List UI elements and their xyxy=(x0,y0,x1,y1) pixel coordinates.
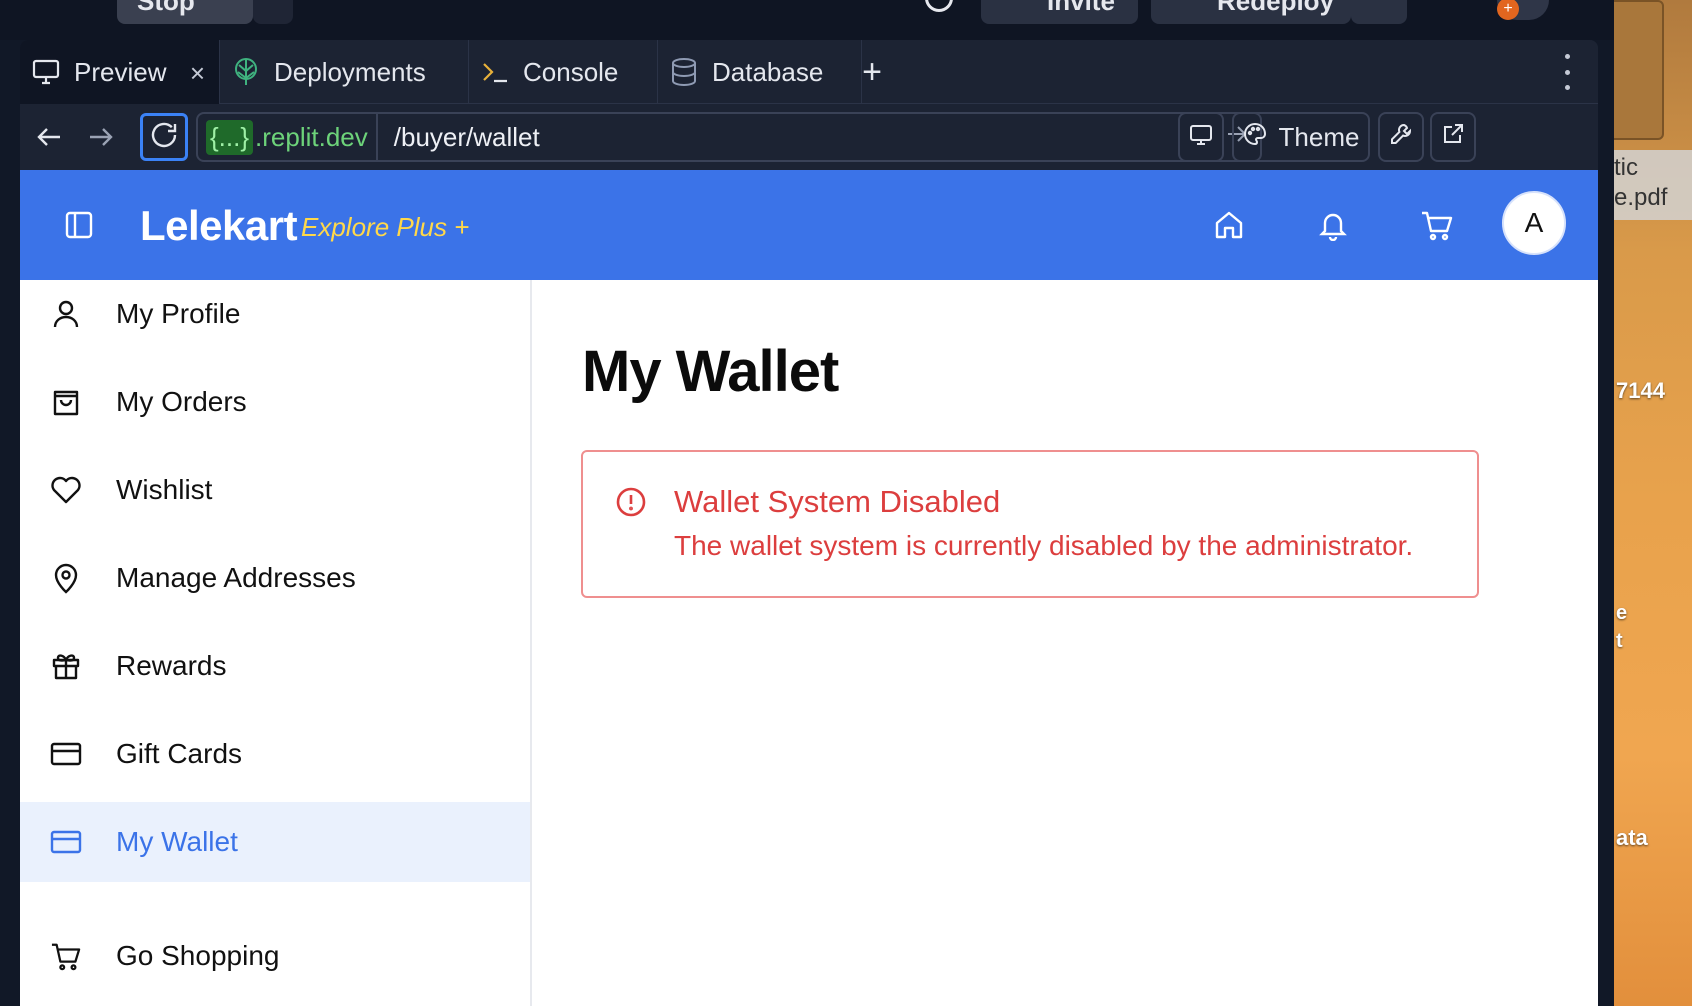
domain-braces: {...} xyxy=(206,119,254,155)
shopping-bag-icon xyxy=(50,386,82,418)
stop-dropdown-button[interactable] xyxy=(253,0,293,24)
sidebar-item-go-shopping[interactable]: Go Shopping xyxy=(20,916,530,996)
invite-label: Invite xyxy=(1047,0,1115,16)
redeploy-label: Redeploy xyxy=(1217,0,1335,16)
sidebar-item-label: My Profile xyxy=(116,298,241,329)
tab-deployments[interactable]: Deployments xyxy=(220,40,469,104)
tab-preview[interactable]: Preview × xyxy=(20,40,220,104)
alert-title: Wallet System Disabled xyxy=(674,484,1001,519)
external-link-icon xyxy=(1441,122,1465,153)
domain-segment: {...} .replit.dev xyxy=(198,114,378,160)
open-new-tab-button[interactable] xyxy=(1430,112,1476,162)
sidebar-item-label: My Wallet xyxy=(116,826,238,857)
desktop-background: tic e.pdf 7144 e t ata xyxy=(1614,0,1692,1006)
gift-icon xyxy=(50,650,82,682)
sidebar-item-my-orders[interactable]: My Orders xyxy=(20,362,530,442)
map-pin-icon xyxy=(50,562,82,594)
lelekart-app: Lelekart Explore Plus + A My Profile My … xyxy=(20,170,1598,1006)
desktop-file-label-line1: tic xyxy=(1614,154,1638,181)
sidebar-item-label: Go Shopping xyxy=(116,940,280,971)
sidebar-item-my-wallet[interactable]: My Wallet xyxy=(20,802,530,882)
devtools-button[interactable] xyxy=(1378,112,1424,162)
database-icon xyxy=(670,58,698,86)
search-icon[interactable] xyxy=(925,0,953,12)
avatar[interactable]: A xyxy=(1502,191,1566,255)
tab-label: Database xyxy=(712,56,824,87)
theme-button[interactable]: Theme xyxy=(1232,112,1370,162)
wallet-disabled-alert: Wallet System Disabled The wallet system… xyxy=(581,450,1479,598)
tab-database[interactable]: Database xyxy=(658,40,862,104)
replit-top-bar: Stop Invite Redeploy + xyxy=(0,0,1614,40)
credit-card-icon xyxy=(50,738,82,770)
palette-icon xyxy=(1243,122,1267,153)
sidebar-item-label: Gift Cards xyxy=(116,738,243,769)
sidebar-item-label: My Orders xyxy=(116,386,247,417)
sidebar-toggle-icon[interactable] xyxy=(64,210,94,240)
notification-badge: + xyxy=(1497,0,1519,20)
more-options-icon[interactable] xyxy=(1560,54,1574,90)
forward-arrow-icon[interactable] xyxy=(78,114,124,160)
url-bar: {...} .replit.dev /buyer/wallet Theme xyxy=(20,104,1598,170)
tab-console[interactable]: Console xyxy=(469,40,658,104)
sidebar-item-wishlist[interactable]: Wishlist xyxy=(20,450,530,530)
page-title: My Wallet xyxy=(582,339,839,404)
desktop-file-thumbnail[interactable] xyxy=(1614,0,1664,140)
url-path: /buyer/wallet xyxy=(393,121,540,152)
credit-card-icon xyxy=(50,826,82,858)
app-header: Lelekart Explore Plus + A xyxy=(20,170,1598,280)
alert-circle-icon xyxy=(615,486,647,518)
sidebar-item-gift-cards[interactable]: Gift Cards xyxy=(20,714,530,794)
replit-preview-panel: Preview × Deployments Console Database + xyxy=(20,40,1598,1006)
brand-tagline[interactable]: Explore Plus + xyxy=(301,212,469,243)
tab-bar: Preview × Deployments Console Database + xyxy=(20,40,1598,104)
add-tab-button[interactable]: + xyxy=(852,52,892,92)
sidebar-item-label: Manage Addresses xyxy=(116,562,356,593)
stop-button[interactable]: Stop xyxy=(117,0,253,24)
domain-text: .replit.dev xyxy=(255,121,368,152)
sidebar-item-my-profile[interactable]: My Profile xyxy=(20,274,530,354)
alert-description: The wallet system is currently disabled … xyxy=(674,530,1414,561)
redeploy-button[interactable]: Redeploy xyxy=(1151,0,1351,24)
user-icon xyxy=(50,298,82,330)
desktop-text-fragment: t xyxy=(1616,630,1623,652)
main-content: My Wallet Wallet System Disabled The wal… xyxy=(532,280,1598,1006)
user-avatar[interactable]: + xyxy=(1497,0,1549,20)
back-arrow-icon[interactable] xyxy=(26,114,72,160)
address-field[interactable]: {...} .replit.dev /buyer/wallet xyxy=(196,112,1262,162)
cart-icon[interactable] xyxy=(1418,206,1456,244)
desktop-text-fragment: 7144 xyxy=(1616,378,1665,403)
home-icon[interactable] xyxy=(1210,206,1248,244)
close-icon[interactable]: × xyxy=(190,58,205,89)
deployments-icon xyxy=(232,58,260,86)
sidebar-item-rewards[interactable]: Rewards xyxy=(20,626,530,706)
stop-label: Stop xyxy=(137,0,195,16)
bell-icon[interactable] xyxy=(1314,206,1352,244)
tab-label: Console xyxy=(523,56,619,87)
monitor-icon xyxy=(32,58,60,86)
desktop-text-fragment: ata xyxy=(1616,825,1648,850)
brand-logo[interactable]: Lelekart xyxy=(140,202,298,250)
account-sidebar: My Profile My Orders Wishlist Manage Add… xyxy=(20,280,532,1006)
sidebar-item-label: Rewards xyxy=(116,650,227,681)
tab-label: Preview xyxy=(74,56,167,87)
sidebar-item-manage-addresses[interactable]: Manage Addresses xyxy=(20,538,530,618)
wrench-icon xyxy=(1389,122,1413,153)
tab-label: Deployments xyxy=(274,56,426,87)
sidebar-item-label: Wishlist xyxy=(116,474,213,505)
cart-icon xyxy=(50,940,82,972)
desktop-file-label-line2: e.pdf xyxy=(1614,184,1668,211)
heart-icon xyxy=(50,474,82,506)
invite-button[interactable]: Invite xyxy=(981,0,1138,24)
terminal-icon xyxy=(481,58,509,86)
reload-button[interactable] xyxy=(140,113,188,161)
reload-icon xyxy=(149,120,179,155)
top-icon-button[interactable] xyxy=(1351,0,1407,24)
device-preview-button[interactable] xyxy=(1178,112,1224,162)
desktop-file-label[interactable]: tic e.pdf xyxy=(1614,150,1692,220)
theme-label: Theme xyxy=(1278,121,1360,152)
monitor-icon xyxy=(1189,122,1213,153)
desktop-text-fragment: e xyxy=(1616,602,1628,624)
